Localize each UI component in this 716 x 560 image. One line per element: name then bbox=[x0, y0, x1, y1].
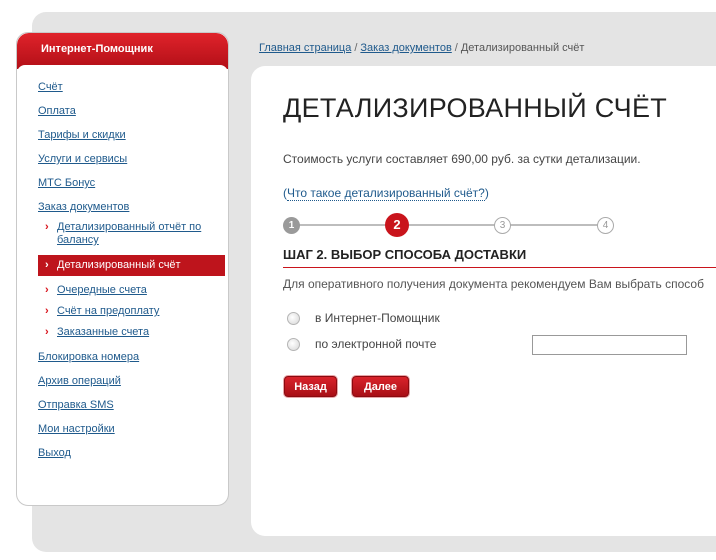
sidebar-item-tariffs: Тарифы и скидки bbox=[17, 129, 228, 141]
step-heading: ШАГ 2. ВЫБОР СПОСОБА ДОСТАВКИ bbox=[283, 247, 716, 268]
breadcrumb-home[interactable]: Главная страница bbox=[259, 42, 351, 54]
what-is-detailed-bill-link[interactable]: Что такое детализированный счёт? bbox=[287, 186, 485, 201]
sidebar-link-orders[interactable]: Заказ документов bbox=[38, 201, 129, 213]
sidebar-item-account: Счёт bbox=[17, 81, 228, 93]
sidebar-link-logout[interactable]: Выход bbox=[38, 447, 71, 459]
step-indicator: 1 2 3 4 bbox=[283, 213, 623, 237]
submenu-link-ordered-bills[interactable]: Заказанные счета bbox=[57, 326, 149, 338]
sidebar-item-payment: Оплата bbox=[17, 105, 228, 117]
chevron-right-icon: › bbox=[45, 305, 49, 317]
chevron-right-icon: › bbox=[45, 221, 49, 233]
submenu-link-regular-bills[interactable]: Очередные счета bbox=[57, 284, 147, 296]
sidebar-item-bonus: МТС Бонус bbox=[17, 177, 228, 189]
step-1: 1 bbox=[283, 217, 300, 234]
chevron-right-icon: › bbox=[45, 284, 49, 296]
sidebar-item-logout: Выход bbox=[17, 447, 228, 459]
sidebar-link-payment[interactable]: Оплата bbox=[38, 105, 76, 117]
radio-assistant[interactable] bbox=[287, 312, 300, 326]
option-assistant-label: в Интернет-Помощник bbox=[315, 311, 440, 325]
sidebar-link-bonus[interactable]: МТС Бонус bbox=[38, 177, 95, 189]
option-email-label: по электронной почте bbox=[315, 337, 437, 351]
submenu-item-prepayment: › Счёт на предоплату bbox=[17, 305, 228, 318]
sidebar-title: Интернет-Помощник bbox=[17, 33, 228, 73]
breadcrumb-current: Детализированный счёт bbox=[460, 42, 585, 54]
sidebar: Интернет-Помощник Счёт Оплата Тарифы и с… bbox=[16, 32, 229, 506]
submenu-item-ordered-bills: › Заказанные счета bbox=[17, 326, 228, 339]
chevron-right-icon: › bbox=[45, 259, 49, 271]
submenu-item-regular-bills: › Очередные счета bbox=[17, 284, 228, 297]
email-field[interactable] bbox=[532, 335, 687, 355]
step-2-current: 2 bbox=[385, 213, 409, 237]
sidebar-item-orders: Заказ документов › Детализированный отчё… bbox=[17, 201, 228, 339]
sidebar-item-archive: Архив операций bbox=[17, 375, 228, 387]
breadcrumb: Главная страница / Заказ документов / Детали… bbox=[259, 42, 584, 54]
sidebar-link-services[interactable]: Услуги и сервисы bbox=[38, 153, 127, 165]
breadcrumb-separator: / bbox=[354, 42, 358, 54]
submenu-link-balance-report[interactable]: Детализированный отчёт по балансу bbox=[57, 221, 201, 246]
main-panel: ДЕТАЛИЗИРОВАННЫЙ СЧЁТ Стоимость услуги с… bbox=[251, 66, 716, 536]
submenu-link-prepayment[interactable]: Счёт на предоплату bbox=[57, 305, 159, 317]
sidebar-link-tariffs[interactable]: Тарифы и скидки bbox=[38, 129, 126, 141]
sidebar-link-sms[interactable]: Отправка SMS bbox=[38, 399, 114, 411]
sidebar-link-account[interactable]: Счёт bbox=[38, 81, 63, 93]
sidebar-item-settings: Мои настройки bbox=[17, 423, 228, 435]
sidebar-link-settings[interactable]: Мои настройки bbox=[38, 423, 115, 435]
sidebar-item-services: Услуги и сервисы bbox=[17, 153, 228, 165]
cost-text: Стоимость услуги составляет 690,00 руб. … bbox=[283, 152, 641, 166]
next-button[interactable]: Далее bbox=[352, 376, 409, 397]
radio-email[interactable] bbox=[287, 338, 300, 352]
option-email[interactable]: по электронной почте bbox=[287, 337, 437, 352]
option-assistant[interactable]: в Интернет-Помощник bbox=[287, 311, 440, 326]
chevron-right-icon: › bbox=[45, 326, 49, 338]
step-connector bbox=[295, 224, 610, 226]
breadcrumb-orders[interactable]: Заказ документов bbox=[360, 42, 451, 54]
page-title: ДЕТАЛИЗИРОВАННЫЙ СЧЁТ bbox=[283, 93, 668, 123]
back-button[interactable]: Назад bbox=[284, 376, 337, 397]
breadcrumb-separator: / bbox=[454, 42, 458, 54]
step-4: 4 bbox=[597, 217, 614, 234]
step-3: 3 bbox=[494, 217, 511, 234]
sidebar-link-block-number[interactable]: Блокировка номера bbox=[38, 351, 139, 363]
sidebar-menu: Счёт Оплата Тарифы и скидки Услуги и сер… bbox=[17, 69, 228, 459]
paren-close: ) bbox=[484, 186, 489, 200]
submenu-label-detailed-bill: Детализированный счёт bbox=[57, 259, 181, 271]
orders-submenu: › Детализированный отчёт по балансу › Де… bbox=[38, 221, 228, 339]
submenu-item-detailed-bill[interactable]: › Детализированный счёт bbox=[38, 255, 225, 276]
sidebar-link-archive[interactable]: Архив операций bbox=[38, 375, 121, 387]
sidebar-item-block-number: Блокировка номера bbox=[17, 351, 228, 363]
submenu-item-balance-report: › Детализированный отчёт по балансу bbox=[17, 221, 228, 247]
sidebar-item-sms: Отправка SMS bbox=[17, 399, 228, 411]
what-is-link-wrapper: (Что такое детализированный счёт?) bbox=[283, 186, 489, 201]
recommend-text: Для оперативного получения документа рек… bbox=[283, 277, 704, 291]
